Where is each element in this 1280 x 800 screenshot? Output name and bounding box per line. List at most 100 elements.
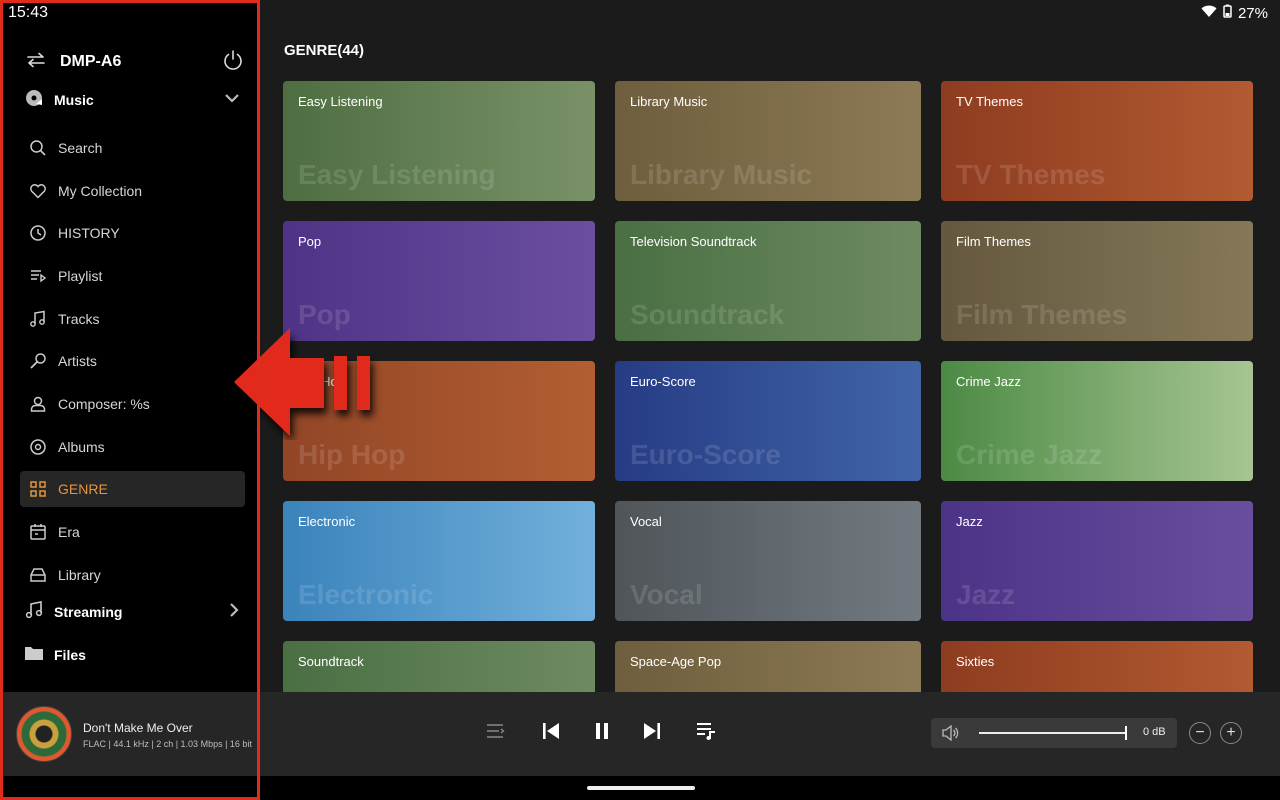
track-title: Don't Make Me Over — [83, 721, 193, 735]
sidebar-item-genre[interactable]: GENRE — [20, 471, 245, 507]
chevron-right-icon[interactable] — [228, 602, 240, 623]
genre-tile[interactable]: Television Soundtrack Soundtrack — [615, 221, 921, 341]
genre-tile-label: Pop — [298, 234, 322, 249]
genre-tile-watermark: Jazz — [956, 579, 1016, 610]
genre-tile[interactable]: Film Themes Film Themes — [941, 221, 1253, 341]
genre-tile-label: Euro-Score — [630, 374, 696, 389]
track-format-info: FLAC | 44.1 kHz | 2 ch | 1.03 Mbps | 16 … — [83, 739, 252, 749]
page-title: GENRE(44) — [284, 42, 365, 59]
skip-next-icon — [642, 721, 662, 746]
genre-tile[interactable]: Space-Age PopSpace-Age Pop — [615, 641, 921, 692]
music-section[interactable]: Music — [24, 88, 240, 112]
chevron-down-icon[interactable] — [224, 91, 240, 109]
sidebar-item-label: Search — [58, 140, 103, 156]
genre-tile-label: Jazz — [956, 514, 983, 529]
genre-tile-watermark: Easy Listening — [298, 159, 496, 190]
genre-tile[interactable]: Jazz Jazz — [941, 501, 1253, 621]
genre-tile-watermark: Vocal — [630, 579, 703, 610]
switch-device-icon[interactable] — [26, 52, 46, 73]
player-bar: Don't Make Me Over FLAC | 44.1 kHz | 2 c… — [0, 692, 1280, 776]
library-icon — [29, 566, 47, 584]
volume-up-button[interactable]: + — [1220, 722, 1242, 744]
genre-tile[interactable]: TV Themes TV Themes — [941, 81, 1253, 201]
disc-icon — [29, 438, 47, 456]
genre-tile[interactable]: SoundtrackSoundtrack — [283, 641, 595, 692]
status-indicators: 27% — [1201, 4, 1268, 22]
genre-tile-label: Easy Listening — [298, 94, 383, 109]
calendar-icon — [29, 523, 47, 541]
genre-tile[interactable]: Easy Listening Easy Listening — [283, 81, 595, 201]
genre-tile[interactable]: Euro-Score Euro-Score — [615, 361, 921, 481]
genre-tile-label: Crime Jazz — [956, 374, 1022, 389]
sidebar-item-label: My Collection — [58, 183, 143, 199]
sidebar-item-label: Era — [58, 524, 80, 540]
volume-down-button[interactable]: − — [1189, 722, 1211, 744]
sidebar-item-artists[interactable]: Artists — [20, 343, 245, 379]
music-section-label: Music — [54, 92, 94, 108]
sidebar-item-albums[interactable]: Albums — [20, 429, 245, 465]
sidebar-item-label: Library — [58, 567, 101, 583]
streaming-section-label: Streaming — [54, 604, 123, 620]
home-indicator[interactable] — [587, 786, 695, 790]
device-name: DMP-A6 — [60, 53, 122, 70]
queue-button[interactable] — [482, 720, 508, 746]
genre-tile[interactable]: Vocal Vocal — [615, 501, 921, 621]
volume-control: 0 dB — [931, 718, 1177, 748]
sidebar-item-label: HISTORY — [58, 225, 120, 241]
music-disc-icon — [24, 88, 44, 113]
sidebar-item-history[interactable]: HISTORY — [20, 215, 245, 251]
sidebar-item-my-collection[interactable]: My Collection — [20, 173, 245, 209]
pause-button[interactable] — [589, 720, 615, 746]
genre-tile[interactable]: SixtiesSixties — [941, 641, 1253, 692]
genre-tile-label: Vocal — [630, 514, 662, 529]
genre-tile-watermark: Hip Hop — [298, 439, 406, 470]
genre-grid: Easy Listening Easy Listening Library Musi… — [283, 81, 1263, 692]
grid-icon — [29, 480, 47, 498]
sidebar-item-tracks[interactable]: Tracks — [20, 301, 245, 337]
sidebar-item-label: GENRE — [58, 481, 108, 497]
files-section-label: Files — [54, 647, 86, 663]
playlist-button[interactable] — [693, 720, 719, 746]
sidebar-item-era[interactable]: Era — [20, 514, 245, 550]
next-button[interactable] — [639, 720, 665, 746]
sidebar-item-label: Composer: %s — [58, 396, 150, 412]
volume-slider[interactable] — [979, 732, 1127, 734]
genre-tile-label: Library Music — [630, 94, 708, 109]
genre-tile[interactable]: Electronic Electronic — [283, 501, 595, 621]
playlist-icon — [29, 267, 47, 285]
pause-icon — [592, 721, 612, 746]
speaker-icon[interactable] — [941, 724, 959, 746]
sidebar-item-label: Playlist — [58, 268, 103, 284]
genre-tile-label: TV Themes — [956, 94, 1023, 109]
wifi-icon — [1201, 4, 1217, 22]
genre-tile-label: Soundtrack — [298, 654, 364, 669]
sidebar: DMP-A6 Music Search My Collection HISTOR… — [0, 0, 260, 692]
person-icon — [29, 395, 47, 413]
plus-icon: + — [1226, 724, 1236, 741]
genre-tile-watermark: Crime Jazz — [956, 439, 1103, 470]
battery-percent: 27% — [1237, 4, 1268, 22]
folder-icon — [24, 644, 44, 667]
battery-icon — [1223, 4, 1232, 22]
clock-icon — [29, 224, 47, 242]
sidebar-item-playlist[interactable]: Playlist — [20, 258, 245, 294]
genre-tile-watermark: Euro-Score — [630, 439, 781, 470]
files-section[interactable]: Files — [24, 643, 240, 667]
streaming-note-icon — [24, 600, 44, 625]
playlist-music-icon — [695, 721, 717, 746]
streaming-section[interactable]: Streaming — [24, 600, 240, 624]
minus-icon: − — [1195, 724, 1205, 741]
genre-tile-label: Sixties — [956, 654, 995, 669]
heart-icon — [29, 182, 47, 200]
power-icon[interactable] — [222, 49, 244, 76]
volume-slider-thumb[interactable] — [1125, 726, 1127, 740]
sidebar-item-composer[interactable]: Composer: %s — [20, 386, 245, 422]
genre-tile[interactable]: Library Music Library Music — [615, 81, 921, 201]
genre-tile[interactable]: Pop Pop — [283, 221, 595, 341]
previous-button[interactable] — [538, 720, 564, 746]
genre-tile[interactable]: Crime Jazz Crime Jazz — [941, 361, 1253, 481]
album-art[interactable] — [16, 706, 72, 762]
sidebar-item-search[interactable]: Search — [20, 130, 245, 166]
sidebar-item-library[interactable]: Library — [20, 557, 245, 593]
genre-tile-watermark: TV Themes — [956, 159, 1106, 190]
